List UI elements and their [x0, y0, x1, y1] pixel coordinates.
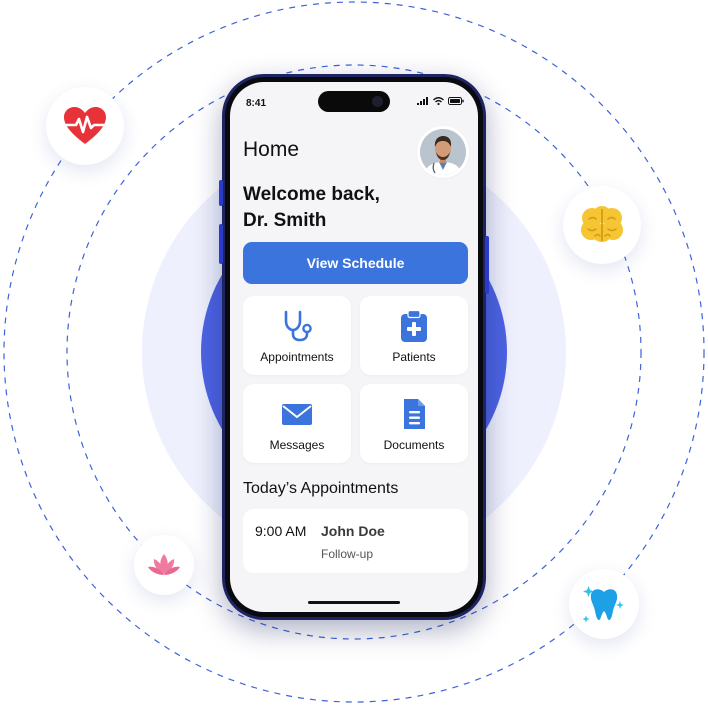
front-camera	[372, 96, 383, 107]
patient-name: John Doe	[321, 523, 385, 539]
patients-tile[interactable]: Patients	[360, 296, 468, 375]
welcome-message: Welcome back, Dr. Smith	[243, 182, 380, 234]
phone-mockup: 8:41 Home Welcome back, Dr. Smith View S…	[219, 74, 489, 620]
heart-rate-badge	[46, 87, 124, 165]
wifi-icon	[433, 97, 444, 105]
brain-badge	[563, 186, 641, 264]
envelope-icon	[280, 397, 314, 436]
tile-label: Patients	[392, 350, 436, 364]
welcome-line-greeting: Welcome back,	[243, 184, 380, 205]
appointment-type: Follow-up	[321, 547, 374, 561]
status-time: 8:41	[246, 98, 267, 109]
stethoscope-icon	[280, 309, 314, 348]
appointment-time: 9:00 AM	[255, 523, 307, 539]
phone-side-button	[485, 236, 489, 294]
welcome-line-name: Dr. Smith	[243, 210, 327, 231]
tooth-badge	[569, 569, 639, 639]
battery-icon	[448, 97, 464, 105]
medical-clipboard-icon	[397, 309, 431, 348]
doctor-avatar[interactable]	[420, 129, 466, 175]
lotus-badge	[134, 535, 194, 595]
tile-label: Documents	[383, 438, 445, 452]
phone-side-button	[219, 180, 223, 206]
brain-icon	[581, 206, 623, 242]
signal-icon	[417, 97, 428, 105]
appointment-card[interactable]: 9:00 AM John Doe Follow-up	[243, 509, 468, 573]
page-title: Home	[243, 138, 300, 161]
status-icons	[417, 97, 464, 105]
tooth-icon	[583, 586, 624, 623]
messages-tile[interactable]: Messages	[243, 384, 351, 463]
app-screen: 8:41 Home Welcome back, Dr. Smith View S…	[230, 82, 478, 612]
tile-label: Messages	[269, 438, 325, 452]
dynamic-island	[318, 91, 390, 112]
home-indicator	[308, 601, 400, 604]
doctor-portrait-icon	[420, 129, 466, 175]
heart-rate-icon	[64, 107, 106, 144]
illustration-scene: 8:41 Home Welcome back, Dr. Smith View S…	[0, 0, 708, 707]
phone-side-button	[219, 224, 223, 264]
view-schedule-button[interactable]: View Schedule	[243, 242, 468, 284]
documents-tile[interactable]: Documents	[360, 384, 468, 463]
appointments-tile[interactable]: Appointments	[243, 296, 351, 375]
appointments-section-title: Today’s Appointments	[243, 480, 399, 497]
document-icon	[397, 397, 431, 436]
status-bar: 8:41	[230, 82, 478, 122]
tile-label: Appointments	[260, 350, 334, 364]
lotus-icon	[148, 554, 180, 575]
